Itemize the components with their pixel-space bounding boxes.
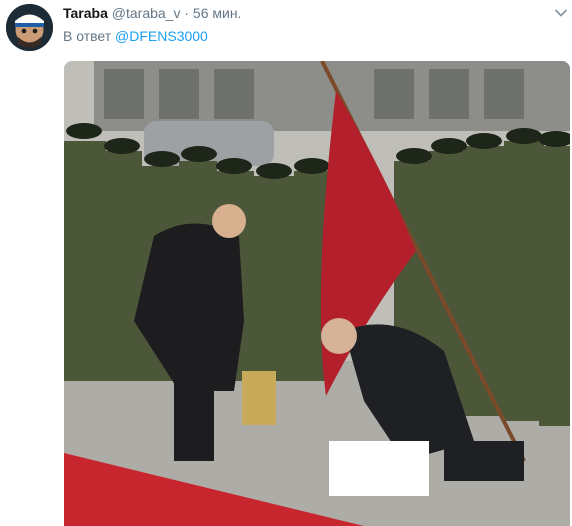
- reply-prefix: В ответ: [63, 28, 112, 44]
- separator-dot: ·: [184, 5, 190, 21]
- avatar-illustration: [6, 4, 53, 51]
- chevron-down-icon[interactable]: [554, 5, 568, 17]
- author-handle[interactable]: @taraba_v: [112, 5, 181, 21]
- reply-context: В ответ @DFENS3000: [63, 27, 208, 45]
- tweet-timestamp[interactable]: 56 мин.: [193, 5, 242, 21]
- user-avatar[interactable]: [6, 4, 53, 51]
- photo-illustration: [64, 61, 570, 526]
- tweet-photo[interactable]: [64, 61, 570, 526]
- reply-mention-link[interactable]: @DFENS3000: [115, 28, 208, 44]
- tweet-header: Taraba @taraba_v · 56 мин.: [63, 4, 562, 22]
- author-name[interactable]: Taraba: [63, 5, 108, 21]
